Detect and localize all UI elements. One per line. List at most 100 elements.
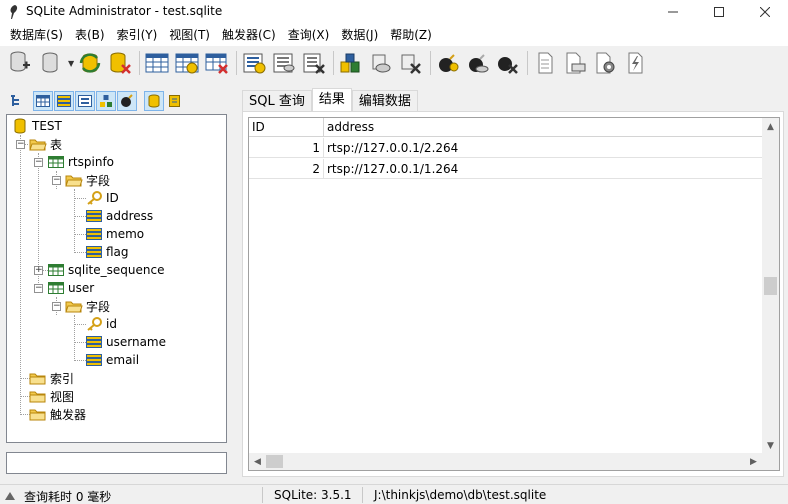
cell-id[interactable]: 1 (249, 138, 324, 158)
cell-id[interactable]: 2 (249, 159, 324, 179)
scrollbar-thumb[interactable] (266, 455, 283, 468)
edit-index-button[interactable] (270, 49, 298, 77)
toolbar: ▼ (0, 46, 788, 80)
tree-node-indexes-folder[interactable]: 索引 (29, 369, 74, 387)
new-view-button[interactable] (337, 49, 365, 77)
edit-trigger-button[interactable] (464, 49, 492, 77)
maximize-button[interactable] (696, 0, 742, 24)
scroll-left-icon[interactable]: ◀ (249, 453, 266, 470)
scroll-up-icon[interactable]: ▲ (762, 118, 779, 135)
menu-bar: 数据库(S) 表(B) 索引(Y) 视图(T) 触发器(C) 查询(X) 数据(… (0, 24, 788, 46)
tree-node-label: username (106, 335, 166, 349)
collapse-toggle[interactable]: − (34, 284, 43, 293)
new-table-button[interactable] (143, 49, 171, 77)
new-database-button[interactable] (6, 49, 34, 77)
chevron-down-icon[interactable]: ▼ (68, 59, 74, 68)
open-database-button[interactable] (36, 49, 64, 77)
collapse-toggle[interactable]: − (52, 302, 61, 311)
minimize-button[interactable] (650, 0, 696, 24)
delete-table-button[interactable] (203, 49, 231, 77)
tree-toolbar (6, 90, 186, 112)
tree-node-triggers-folder[interactable]: 触发器 (29, 405, 86, 423)
delete-database-button[interactable] (106, 49, 134, 77)
tree-node-field[interactable]: flag (85, 243, 129, 261)
tree-filter-views-button[interactable] (96, 91, 116, 111)
refresh-database-button[interactable] (76, 49, 104, 77)
column-header-address[interactable]: address (324, 118, 762, 137)
delete-index-button[interactable] (300, 49, 328, 77)
app-feather-icon (10, 5, 18, 19)
menu-view[interactable]: 视图(T) (163, 24, 216, 46)
menu-help[interactable]: 帮助(Z) (384, 24, 438, 46)
tree-node-tables-folder[interactable]: 表 (29, 135, 62, 153)
delete-trigger-button[interactable] (494, 49, 522, 77)
menu-trigger[interactable]: 触发器(C) (216, 24, 282, 46)
tree-node-field[interactable]: id (85, 315, 117, 333)
tree-node-database[interactable]: TEST (11, 117, 62, 135)
cell-address[interactable]: rtsp://127.0.0.1/2.264 (324, 138, 762, 158)
tab-edit-data[interactable]: 编辑数据 (351, 90, 418, 112)
tree-filter-indexes-button[interactable] (75, 91, 95, 111)
tree-node-table[interactable]: sqlite_sequence (47, 261, 164, 279)
folder-icon (29, 370, 47, 386)
vertical-scrollbar[interactable]: ▲ ▼ (762, 118, 779, 454)
tree-filter-tables-button[interactable] (33, 91, 53, 111)
column-header-id[interactable]: ID (249, 118, 324, 137)
menu-index[interactable]: 索引(Y) (111, 24, 164, 46)
tree-node-label: 表 (50, 137, 63, 152)
collapse-toggle[interactable]: − (52, 176, 61, 185)
horizontal-scrollbar[interactable]: ◀ ▶ (249, 453, 779, 470)
tree-node-table[interactable]: user (47, 279, 94, 297)
tree-node-field[interactable]: memo (85, 225, 144, 243)
tree-node-fields-folder[interactable]: 字段 (65, 171, 110, 189)
view-edit-icon (372, 54, 391, 73)
tree-node-field[interactable]: username (85, 333, 166, 351)
expand-toggle[interactable]: + (34, 266, 43, 275)
tree-show-system-button[interactable] (144, 91, 164, 111)
tree-filter-triggers-button[interactable] (117, 91, 137, 111)
collapse-toggle[interactable]: − (34, 158, 43, 167)
new-trigger-button[interactable] (434, 49, 462, 77)
print-button[interactable] (561, 49, 589, 77)
toolbar-separator (333, 51, 335, 75)
scrollbar-thumb[interactable] (764, 277, 777, 295)
tree-node-field[interactable]: email (85, 351, 139, 369)
database-tree[interactable]: TEST − 表 − rtspinfo − 字段 ID address memo… (6, 114, 227, 443)
table-row[interactable]: 2 rtsp://127.0.0.1/1.264 (249, 159, 762, 179)
edit-view-button[interactable] (367, 49, 395, 77)
folder-open-icon (29, 136, 47, 152)
key-icon (85, 190, 103, 206)
menu-table[interactable]: 表(B) (69, 24, 111, 46)
edit-table-button[interactable] (173, 49, 201, 77)
tree-node-views-folder[interactable]: 视图 (29, 387, 74, 405)
scroll-down-icon[interactable]: ▼ (762, 437, 779, 454)
tab-sql-query[interactable]: SQL 查询 (242, 90, 312, 112)
trigger-icon (121, 94, 133, 107)
tree-node-fields-folder[interactable]: 字段 (65, 297, 110, 315)
export-button[interactable] (531, 49, 559, 77)
tree-node-field[interactable]: address (85, 207, 153, 225)
tree-properties-button[interactable] (165, 91, 185, 111)
new-index-button[interactable] (240, 49, 268, 77)
menu-database[interactable]: 数据库(S) (4, 24, 69, 46)
tree-view-button[interactable] (6, 91, 26, 111)
close-button[interactable] (742, 0, 788, 24)
table-row[interactable]: 1 rtsp://127.0.0.1/2.264 (249, 138, 762, 158)
tree-node-label: 字段 (86, 299, 111, 314)
collapse-toggle[interactable]: − (16, 140, 25, 149)
settings-button[interactable] (591, 49, 619, 77)
results-grid[interactable]: ID address 1 rtsp://127.0.0.1/2.264 2 rt… (248, 117, 780, 471)
menu-query[interactable]: 查询(X) (282, 24, 336, 46)
tree-filter-input[interactable] (6, 452, 227, 474)
toolbar-separator (139, 51, 141, 75)
menu-data[interactable]: 数据(J) (335, 24, 384, 46)
delete-view-button[interactable] (397, 49, 425, 77)
tab-results[interactable]: 结果 (311, 88, 352, 112)
tree-node-field[interactable]: ID (85, 189, 119, 207)
scroll-right-icon[interactable]: ▶ (745, 453, 762, 470)
execute-button[interactable] (621, 49, 649, 77)
tree-node-table[interactable]: rtspinfo (47, 153, 114, 171)
key-icon (85, 316, 103, 332)
tree-filter-fields-button[interactable] (54, 91, 74, 111)
cell-address[interactable]: rtsp://127.0.0.1/1.264 (324, 159, 762, 179)
